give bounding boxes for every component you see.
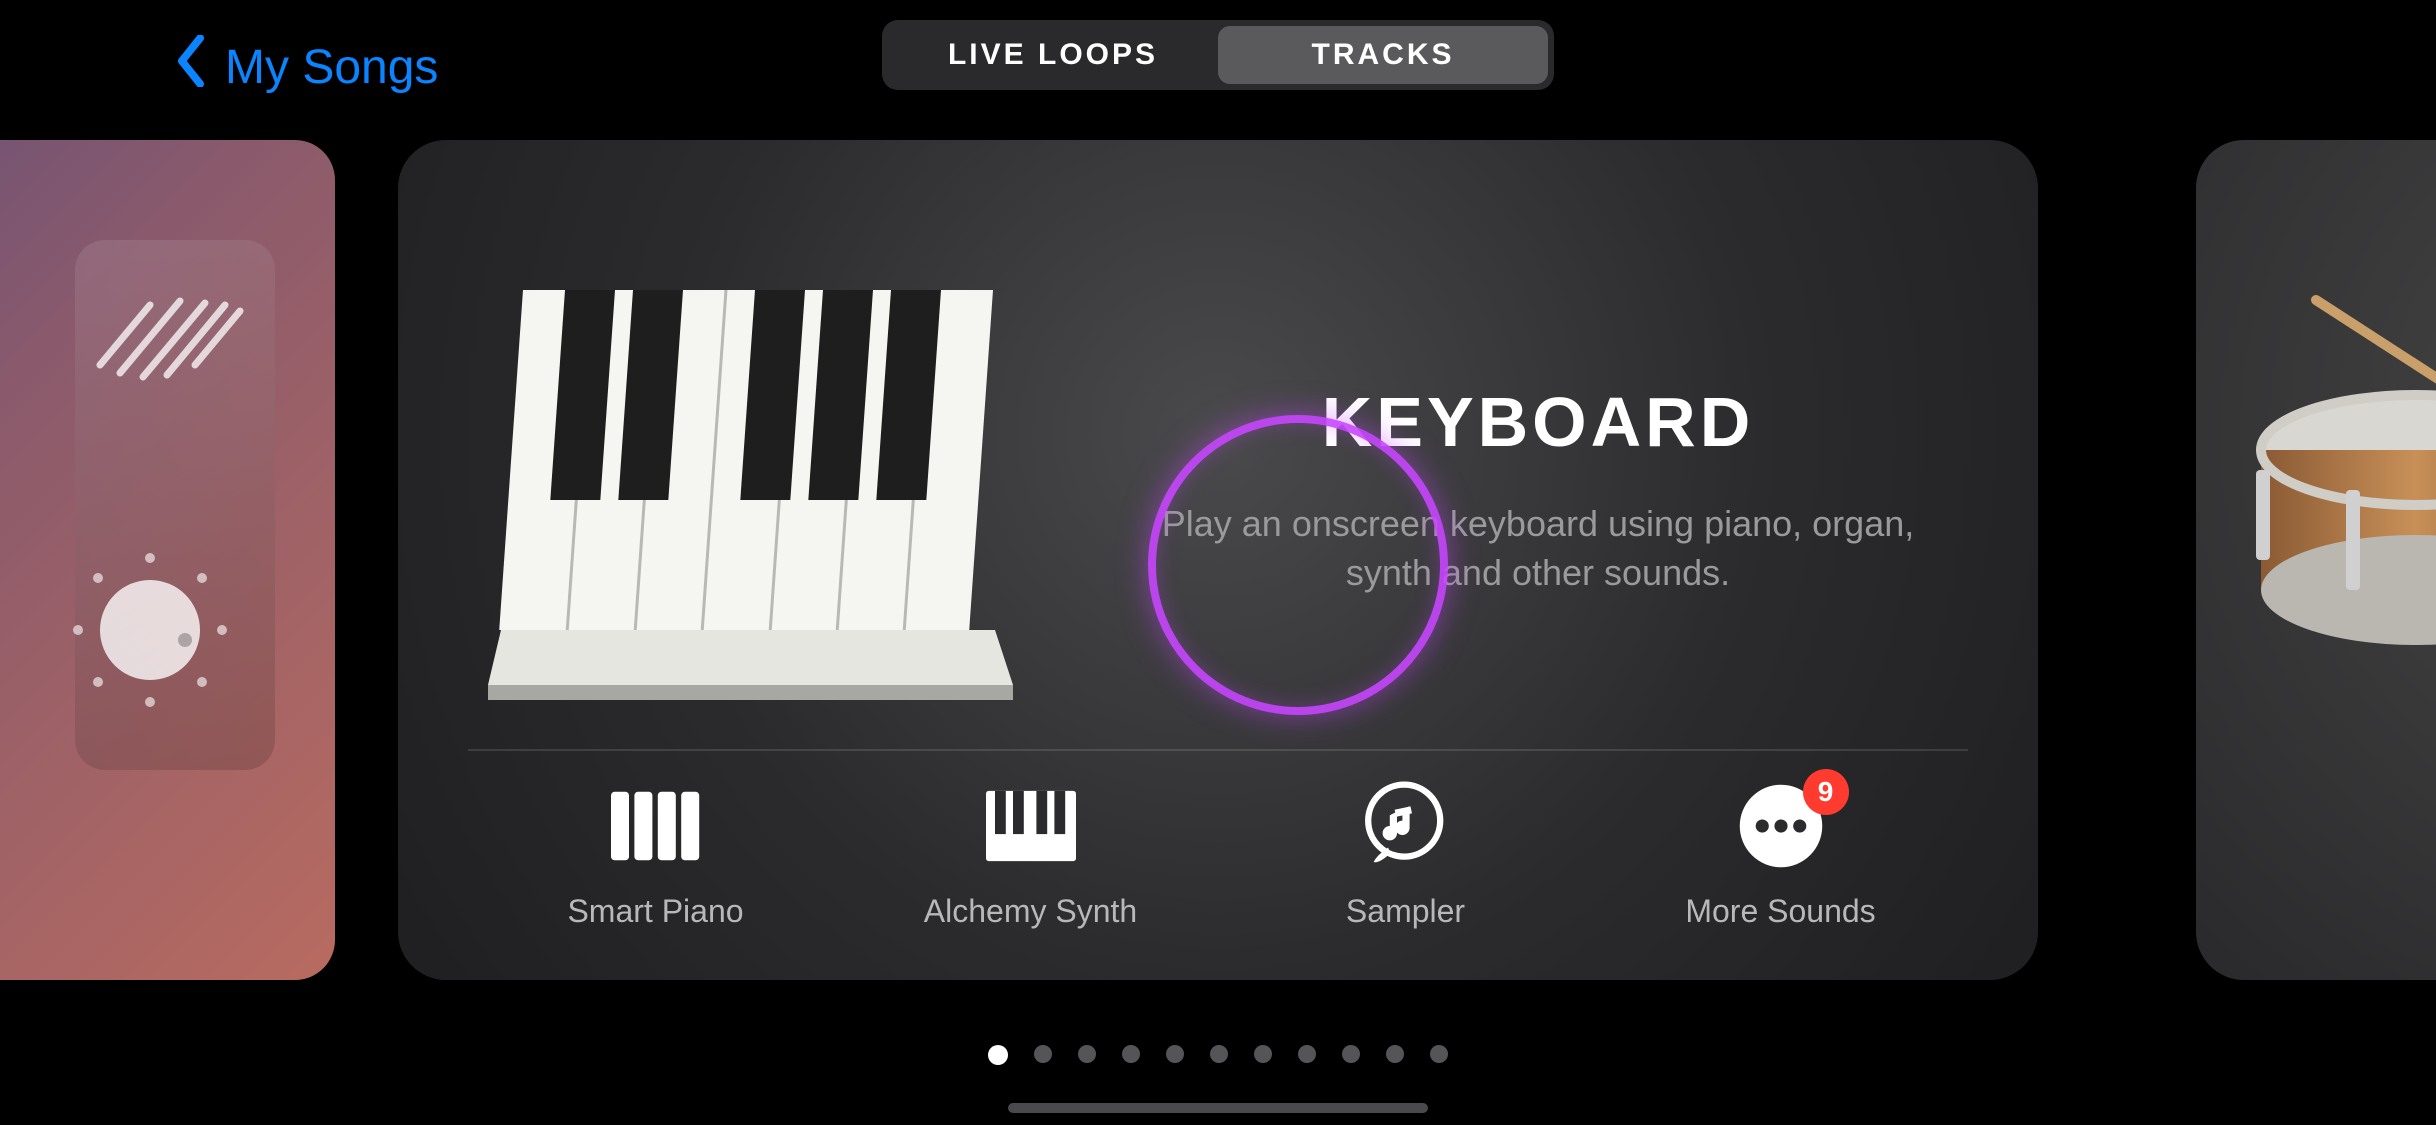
waveform-icon xyxy=(85,255,255,400)
card-divider xyxy=(468,749,1968,751)
knob-icon xyxy=(60,540,240,725)
tab-live-loops-label: LIVE LOOPS xyxy=(948,38,1158,72)
back-button[interactable]: My Songs xyxy=(175,35,438,99)
sub-item-label: Smart Piano xyxy=(567,893,743,930)
segmented-control: LIVE LOOPS TRACKS xyxy=(882,20,1554,90)
sub-item-label: Alchemy Synth xyxy=(924,893,1137,930)
top-bar: My Songs LIVE LOOPS TRACKS xyxy=(0,0,2436,110)
page-dot[interactable] xyxy=(1078,1045,1096,1063)
page-dot[interactable] xyxy=(1122,1045,1140,1063)
page-dot[interactable] xyxy=(1034,1045,1052,1063)
sub-item-sampler[interactable]: Sampler xyxy=(1256,781,1556,930)
page-dot[interactable] xyxy=(1166,1045,1184,1063)
page-dot[interactable] xyxy=(1298,1045,1316,1063)
drum-icon xyxy=(2256,280,2436,685)
instrument-carousel[interactable]: KEYBOARD Play an onscreen keyboard using… xyxy=(0,110,2436,990)
sub-item-label: Sampler xyxy=(1346,893,1465,930)
page-indicator xyxy=(988,1045,1448,1065)
tab-tracks-label: TRACKS xyxy=(1312,38,1455,72)
back-label: My Songs xyxy=(225,40,438,95)
sampler-icon xyxy=(1361,781,1451,871)
home-indicator xyxy=(1008,1103,1428,1113)
sub-instrument-row: Smart Piano Alchemy Synth xyxy=(468,781,1968,930)
more-sounds-badge: 9 xyxy=(1803,769,1849,815)
page-dot[interactable] xyxy=(1342,1045,1360,1063)
sub-item-alchemy-synth[interactable]: Alchemy Synth xyxy=(881,781,1181,930)
page-dot[interactable] xyxy=(1386,1045,1404,1063)
page-dot[interactable] xyxy=(988,1045,1008,1065)
sub-item-more-sounds[interactable]: 9 More Sounds xyxy=(1631,781,1931,930)
keyboard-illustration xyxy=(468,280,1028,700)
page-dot[interactable] xyxy=(1254,1045,1272,1063)
chevron-left-icon xyxy=(175,35,207,99)
page-dot[interactable] xyxy=(1430,1045,1448,1063)
instrument-card-next[interactable] xyxy=(2196,140,2436,980)
card-description: Play an onscreen keyboard using piano, o… xyxy=(1158,500,1918,597)
tab-tracks[interactable]: TRACKS xyxy=(1218,26,1548,84)
sub-item-label: More Sounds xyxy=(1685,893,1875,930)
card-title: KEYBOARD xyxy=(1108,382,1968,462)
alchemy-synth-icon xyxy=(986,781,1076,871)
sub-item-smart-piano[interactable]: Smart Piano xyxy=(506,781,806,930)
instrument-card-keyboard[interactable]: KEYBOARD Play an onscreen keyboard using… xyxy=(398,140,2038,980)
smart-piano-icon xyxy=(611,781,701,871)
card-hero: KEYBOARD Play an onscreen keyboard using… xyxy=(468,230,1968,749)
page-dot[interactable] xyxy=(1210,1045,1228,1063)
instrument-card-prev[interactable] xyxy=(0,140,335,980)
tab-live-loops[interactable]: LIVE LOOPS xyxy=(888,26,1218,84)
